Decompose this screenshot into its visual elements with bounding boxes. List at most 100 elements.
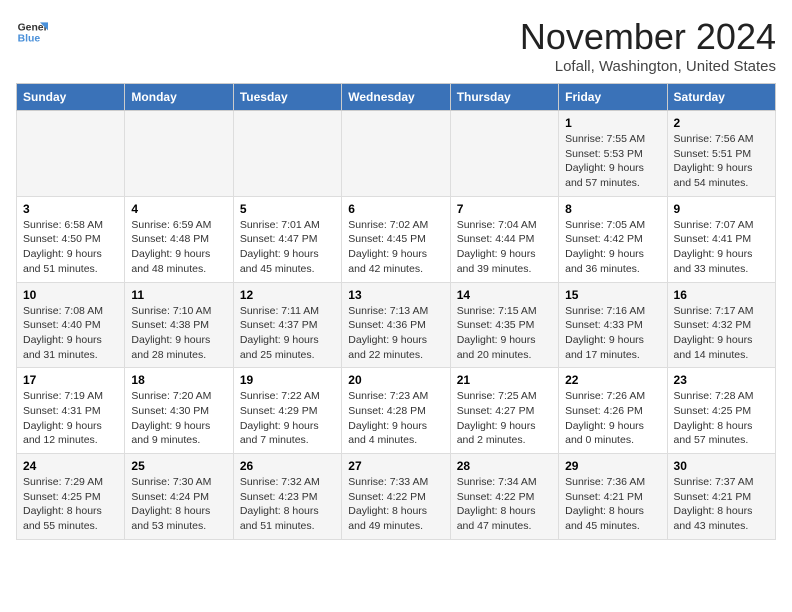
calendar-cell: 29Sunrise: 7:36 AM Sunset: 4:21 PM Dayli… xyxy=(559,454,667,540)
calendar-cell: 27 Sunrise: 7:33 AM Sunset: 4:22 PM Dayli… xyxy=(342,454,450,540)
calendar-week-row: 3 Sunrise: 6:58 AM Sunset: 4:50 PM Daylig… xyxy=(17,196,776,282)
calendar-cell: 17 Sunrise: 7:19 AM Sunset: 4:31 PM Dayli… xyxy=(17,368,125,454)
day-number: 14 xyxy=(457,288,552,302)
day-number: 6 xyxy=(348,202,443,216)
day-info: Sunrise: 7:32 AM Sunset: 4:23 PM Dayligh… xyxy=(240,475,335,534)
calendar-cell: 7Sunrise: 7:04 AM Sunset: 4:44 PM Daylig… xyxy=(450,196,558,282)
calendar-week-row: 24 Sunrise: 7:29 AM Sunset: 4:25 PM Dayli… xyxy=(17,454,776,540)
day-number: 26 xyxy=(240,459,335,473)
svg-text:Blue: Blue xyxy=(18,34,41,45)
day-info: Sunrise: 7:56 AM Sunset: 5:51 PM Dayligh… xyxy=(674,132,769,191)
day-info: Sunrise: 7:20 AM Sunset: 4:30 PM Dayligh… xyxy=(131,389,226,448)
weekday-header-cell: Saturday xyxy=(667,84,775,111)
calendar-cell: 26 Sunrise: 7:32 AM Sunset: 4:23 PM Dayli… xyxy=(233,454,341,540)
weekday-header-cell: Tuesday xyxy=(233,84,341,111)
calendar-week-row: 17 Sunrise: 7:19 AM Sunset: 4:31 PM Dayli… xyxy=(17,368,776,454)
day-info: Sunrise: 7:33 AM Sunset: 4:22 PM Dayligh… xyxy=(348,475,443,534)
day-number: 10 xyxy=(23,288,118,302)
day-number: 4 xyxy=(131,202,226,216)
calendar-cell: 21 Sunrise: 7:25 AM Sunset: 4:27 PM Dayli… xyxy=(450,368,558,454)
calendar-cell: 13Sunrise: 7:13 AM Sunset: 4:36 PM Dayli… xyxy=(342,282,450,368)
day-number: 24 xyxy=(23,459,118,473)
day-number: 18 xyxy=(131,373,226,387)
calendar-cell: 2 Sunrise: 7:56 AM Sunset: 5:51 PM Daylig… xyxy=(667,111,775,197)
calendar-cell xyxy=(342,111,450,197)
day-info: Sunrise: 7:34 AM Sunset: 4:22 PM Dayligh… xyxy=(457,475,552,534)
day-info: Sunrise: 7:08 AM Sunset: 4:40 PM Dayligh… xyxy=(23,304,118,363)
day-number: 22 xyxy=(565,373,660,387)
day-info: Sunrise: 7:01 AM Sunset: 4:47 PM Dayligh… xyxy=(240,218,335,277)
logo: General Blue xyxy=(16,16,48,48)
calendar-table: SundayMondayTuesdayWednesdayThursdayFrid… xyxy=(16,83,776,540)
calendar-cell: 16 Sunrise: 7:17 AM Sunset: 4:32 PM Dayli… xyxy=(667,282,775,368)
calendar-cell: 1 Sunrise: 7:55 AM Sunset: 5:53 PM Daylig… xyxy=(559,111,667,197)
calendar-cell xyxy=(450,111,558,197)
day-info: Sunrise: 7:17 AM Sunset: 4:32 PM Dayligh… xyxy=(674,304,769,363)
day-number: 2 xyxy=(674,116,769,130)
day-info: Sunrise: 7:07 AM Sunset: 4:41 PM Dayligh… xyxy=(674,218,769,277)
day-info: Sunrise: 7:22 AM Sunset: 4:29 PM Dayligh… xyxy=(240,389,335,448)
day-number: 16 xyxy=(674,288,769,302)
calendar-cell: 5 Sunrise: 7:01 AM Sunset: 4:47 PM Daylig… xyxy=(233,196,341,282)
day-number: 3 xyxy=(23,202,118,216)
day-info: Sunrise: 7:30 AM Sunset: 4:24 PM Dayligh… xyxy=(131,475,226,534)
day-number: 13 xyxy=(348,288,443,302)
weekday-header-cell: Sunday xyxy=(17,84,125,111)
day-number: 25 xyxy=(131,459,226,473)
weekday-header-cell: Monday xyxy=(125,84,233,111)
calendar-cell: 9 Sunrise: 7:07 AM Sunset: 4:41 PM Daylig… xyxy=(667,196,775,282)
day-number: 8 xyxy=(565,202,660,216)
calendar-week-row: 10 Sunrise: 7:08 AM Sunset: 4:40 PM Dayli… xyxy=(17,282,776,368)
day-info: Sunrise: 7:36 AM Sunset: 4:21 PM Dayligh… xyxy=(565,475,660,534)
calendar-cell: 6 Sunrise: 7:02 AM Sunset: 4:45 PM Daylig… xyxy=(342,196,450,282)
day-number: 27 xyxy=(348,459,443,473)
day-number: 15 xyxy=(565,288,660,302)
page-header: General Blue November 2024 Lofall, Washi… xyxy=(16,16,776,75)
calendar-cell: 20Sunrise: 7:23 AM Sunset: 4:28 PM Dayli… xyxy=(342,368,450,454)
calendar-cell: 18 Sunrise: 7:20 AM Sunset: 4:30 PM Dayli… xyxy=(125,368,233,454)
calendar-cell: 15 Sunrise: 7:16 AM Sunset: 4:33 PM Dayli… xyxy=(559,282,667,368)
weekday-header-row: SundayMondayTuesdayWednesdayThursdayFrid… xyxy=(17,84,776,111)
day-number: 17 xyxy=(23,373,118,387)
day-number: 12 xyxy=(240,288,335,302)
month-title: November 2024 xyxy=(520,16,776,58)
day-info: Sunrise: 7:10 AM Sunset: 4:38 PM Dayligh… xyxy=(131,304,226,363)
day-info: Sunrise: 7:19 AM Sunset: 4:31 PM Dayligh… xyxy=(23,389,118,448)
day-number: 21 xyxy=(457,373,552,387)
calendar-cell: 28Sunrise: 7:34 AM Sunset: 4:22 PM Dayli… xyxy=(450,454,558,540)
day-number: 20 xyxy=(348,373,443,387)
day-info: Sunrise: 7:25 AM Sunset: 4:27 PM Dayligh… xyxy=(457,389,552,448)
day-info: Sunrise: 7:28 AM Sunset: 4:25 PM Dayligh… xyxy=(674,389,769,448)
day-info: Sunrise: 7:04 AM Sunset: 4:44 PM Dayligh… xyxy=(457,218,552,277)
location-subtitle: Lofall, Washington, United States xyxy=(520,58,776,75)
calendar-cell xyxy=(233,111,341,197)
weekday-header-cell: Friday xyxy=(559,84,667,111)
day-number: 9 xyxy=(674,202,769,216)
calendar-cell: 25 Sunrise: 7:30 AM Sunset: 4:24 PM Dayli… xyxy=(125,454,233,540)
day-info: Sunrise: 7:29 AM Sunset: 4:25 PM Dayligh… xyxy=(23,475,118,534)
day-info: Sunrise: 7:02 AM Sunset: 4:45 PM Dayligh… xyxy=(348,218,443,277)
day-info: Sunrise: 7:05 AM Sunset: 4:42 PM Dayligh… xyxy=(565,218,660,277)
calendar-cell: 11 Sunrise: 7:10 AM Sunset: 4:38 PM Dayli… xyxy=(125,282,233,368)
calendar-cell: 12Sunrise: 7:11 AM Sunset: 4:37 PM Dayli… xyxy=(233,282,341,368)
day-info: Sunrise: 7:16 AM Sunset: 4:33 PM Dayligh… xyxy=(565,304,660,363)
day-number: 23 xyxy=(674,373,769,387)
calendar-cell xyxy=(17,111,125,197)
day-number: 1 xyxy=(565,116,660,130)
day-info: Sunrise: 6:59 AM Sunset: 4:48 PM Dayligh… xyxy=(131,218,226,277)
calendar-cell: 4 Sunrise: 6:59 AM Sunset: 4:48 PM Daylig… xyxy=(125,196,233,282)
calendar-cell: 14 Sunrise: 7:15 AM Sunset: 4:35 PM Dayli… xyxy=(450,282,558,368)
calendar-body: 1 Sunrise: 7:55 AM Sunset: 5:53 PM Daylig… xyxy=(17,111,776,540)
day-number: 19 xyxy=(240,373,335,387)
day-info: Sunrise: 7:15 AM Sunset: 4:35 PM Dayligh… xyxy=(457,304,552,363)
day-info: Sunrise: 7:37 AM Sunset: 4:21 PM Dayligh… xyxy=(674,475,769,534)
calendar-cell xyxy=(125,111,233,197)
calendar-cell: 8 Sunrise: 7:05 AM Sunset: 4:42 PM Daylig… xyxy=(559,196,667,282)
day-number: 11 xyxy=(131,288,226,302)
weekday-header-cell: Thursday xyxy=(450,84,558,111)
calendar-cell: 10 Sunrise: 7:08 AM Sunset: 4:40 PM Dayli… xyxy=(17,282,125,368)
title-block: November 2024 Lofall, Washington, United… xyxy=(520,16,776,75)
day-info: Sunrise: 6:58 AM Sunset: 4:50 PM Dayligh… xyxy=(23,218,118,277)
day-number: 5 xyxy=(240,202,335,216)
day-info: Sunrise: 7:55 AM Sunset: 5:53 PM Dayligh… xyxy=(565,132,660,191)
